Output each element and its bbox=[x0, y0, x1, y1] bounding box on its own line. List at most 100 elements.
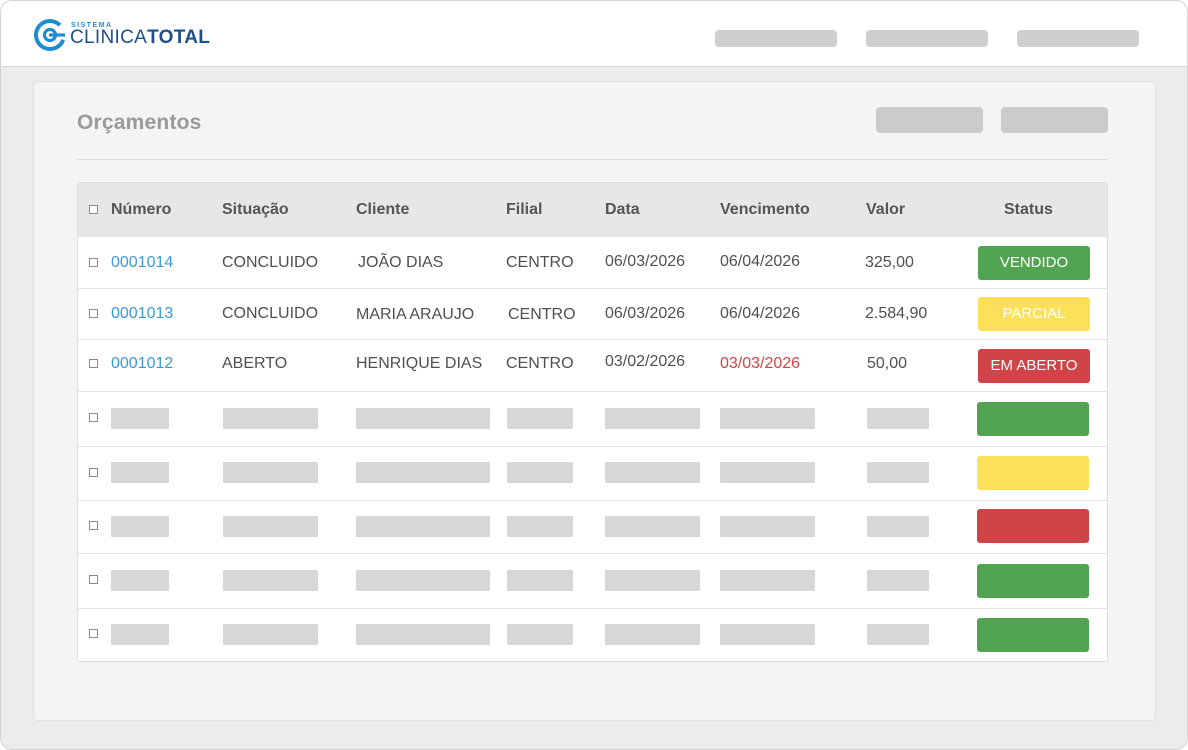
placeholder-data bbox=[605, 624, 700, 645]
placeholder-vencimento bbox=[720, 570, 815, 591]
row-checkbox[interactable] bbox=[89, 258, 98, 267]
status-badge-placeholder[interactable] bbox=[977, 402, 1089, 436]
row-cliente: MARIA ARAUJO bbox=[356, 306, 475, 323]
placeholder-vencimento bbox=[720, 624, 815, 645]
status-badge[interactable]: EM ABERTO bbox=[978, 349, 1090, 383]
logo-wordmark: CLINICATOTAL bbox=[70, 27, 210, 49]
placeholder-row[interactable] bbox=[78, 553, 1107, 609]
column-header-cliente[interactable]: Cliente bbox=[356, 201, 409, 219]
placeholder-numero bbox=[111, 624, 169, 645]
row-checkbox[interactable] bbox=[89, 413, 98, 422]
placeholder-data bbox=[605, 408, 700, 429]
row-valor: 2.584,90 bbox=[865, 305, 928, 322]
header-action-button-2[interactable] bbox=[1001, 107, 1108, 133]
placeholder-situacao bbox=[223, 408, 318, 429]
row-checkbox[interactable] bbox=[89, 521, 98, 530]
placeholder-situacao bbox=[223, 624, 318, 645]
top-bar: SISTEMA CLINICATOTAL bbox=[1, 1, 1187, 67]
nav-item-placeholder-1[interactable] bbox=[715, 30, 837, 47]
placeholder-vencimento bbox=[720, 462, 815, 483]
placeholder-numero bbox=[111, 516, 169, 537]
placeholder-valor bbox=[867, 462, 929, 483]
table-header: Número Situação Cliente Filial Data Venc… bbox=[78, 183, 1107, 237]
row-valor: 50,00 bbox=[867, 355, 908, 372]
placeholder-situacao bbox=[223, 516, 318, 537]
header-action-button-1[interactable] bbox=[876, 107, 983, 133]
row-checkbox[interactable] bbox=[89, 575, 98, 584]
placeholder-filial bbox=[507, 516, 573, 537]
status-badge-placeholder[interactable] bbox=[977, 456, 1089, 490]
row-vencimento: 06/04/2026 bbox=[720, 305, 801, 322]
table-row[interactable]: 0001013 CONCLUIDO MARIA ARAUJO CENTRO 06… bbox=[78, 288, 1107, 340]
status-badge-placeholder[interactable] bbox=[977, 618, 1089, 652]
placeholder-vencimento bbox=[720, 516, 815, 537]
row-filial: CENTRO bbox=[506, 355, 574, 372]
placeholder-row[interactable] bbox=[78, 446, 1107, 501]
placeholder-situacao bbox=[223, 462, 318, 483]
row-vencimento: 06/04/2026 bbox=[720, 253, 801, 270]
app-logo[interactable]: SISTEMA CLINICATOTAL bbox=[33, 18, 210, 54]
placeholder-data bbox=[605, 570, 700, 591]
status-badge[interactable]: VENDIDO bbox=[978, 246, 1090, 280]
logo-word-total: TOTAL bbox=[147, 27, 211, 48]
placeholder-valor bbox=[867, 408, 929, 429]
placeholder-valor bbox=[867, 516, 929, 537]
column-header-valor[interactable]: Valor bbox=[866, 201, 905, 219]
select-all-checkbox[interactable] bbox=[89, 205, 98, 214]
column-header-vencimento[interactable]: Vencimento bbox=[720, 201, 810, 219]
window-frame: SISTEMA CLINICATOTAL Orçamentos Número S… bbox=[0, 0, 1188, 750]
row-valor: 325,00 bbox=[865, 254, 914, 271]
placeholder-cliente bbox=[356, 570, 490, 591]
placeholder-cliente bbox=[356, 408, 490, 429]
nav-item-placeholder-2[interactable] bbox=[866, 30, 988, 47]
placeholder-valor bbox=[867, 624, 929, 645]
placeholder-cliente bbox=[356, 516, 490, 537]
placeholder-vencimento bbox=[720, 408, 815, 429]
column-header-filial[interactable]: Filial bbox=[506, 201, 542, 219]
status-badge-placeholder[interactable] bbox=[977, 564, 1089, 598]
column-header-status[interactable]: Status bbox=[1004, 201, 1053, 219]
row-checkbox[interactable] bbox=[89, 359, 98, 368]
placeholder-filial bbox=[507, 408, 573, 429]
placeholder-row[interactable] bbox=[78, 608, 1107, 661]
row-checkbox[interactable] bbox=[89, 629, 98, 638]
row-numero-link[interactable]: 0001013 bbox=[111, 305, 173, 323]
table-row[interactable]: 0001014 CONCLUIDO JOÃO DIAS CENTRO 06/03… bbox=[78, 237, 1107, 289]
status-badge-placeholder[interactable] bbox=[977, 509, 1089, 543]
placeholder-filial bbox=[507, 462, 573, 483]
orcamentos-table: Número Situação Cliente Filial Data Venc… bbox=[77, 182, 1108, 662]
row-vencimento-overdue: 03/03/2026 bbox=[720, 355, 801, 372]
row-filial: CENTRO bbox=[508, 306, 576, 323]
placeholder-situacao bbox=[223, 570, 318, 591]
row-cliente: JOÃO DIAS bbox=[358, 254, 444, 271]
placeholder-data bbox=[605, 516, 700, 537]
row-situacao: ABERTO bbox=[222, 355, 288, 372]
row-checkbox[interactable] bbox=[89, 468, 98, 477]
placeholder-cliente bbox=[356, 624, 490, 645]
logo-word-clinica: CLINICA bbox=[70, 27, 148, 48]
table-row[interactable]: 0001012 ABERTO HENRIQUE DIAS CENTRO 03/0… bbox=[78, 339, 1107, 392]
row-filial: CENTRO bbox=[506, 254, 574, 271]
column-header-data[interactable]: Data bbox=[605, 201, 640, 219]
placeholder-row[interactable] bbox=[78, 500, 1107, 554]
column-header-numero[interactable]: Número bbox=[111, 201, 171, 219]
row-checkbox[interactable] bbox=[89, 309, 98, 318]
row-numero-link[interactable]: 0001012 bbox=[111, 355, 173, 373]
column-header-situacao[interactable]: Situação bbox=[222, 201, 289, 219]
row-data: 06/03/2026 bbox=[605, 305, 686, 322]
row-cliente: HENRIQUE DIAS bbox=[356, 355, 483, 372]
nav-item-placeholder-3[interactable] bbox=[1017, 30, 1139, 47]
placeholder-valor bbox=[867, 570, 929, 591]
placeholder-data bbox=[605, 462, 700, 483]
content-panel: Orçamentos Número Situação Cliente Filia… bbox=[33, 81, 1156, 721]
placeholder-cliente bbox=[356, 462, 490, 483]
clinica-total-logo-icon bbox=[34, 19, 66, 51]
placeholder-row[interactable] bbox=[78, 391, 1107, 447]
status-badge[interactable]: PARCIAL bbox=[978, 297, 1090, 331]
placeholder-filial bbox=[507, 624, 573, 645]
page-title: Orçamentos bbox=[77, 111, 202, 134]
row-numero-link[interactable]: 0001014 bbox=[111, 254, 173, 272]
title-divider bbox=[77, 159, 1108, 160]
row-situacao: CONCLUIDO bbox=[222, 254, 319, 271]
placeholder-numero bbox=[111, 570, 169, 591]
